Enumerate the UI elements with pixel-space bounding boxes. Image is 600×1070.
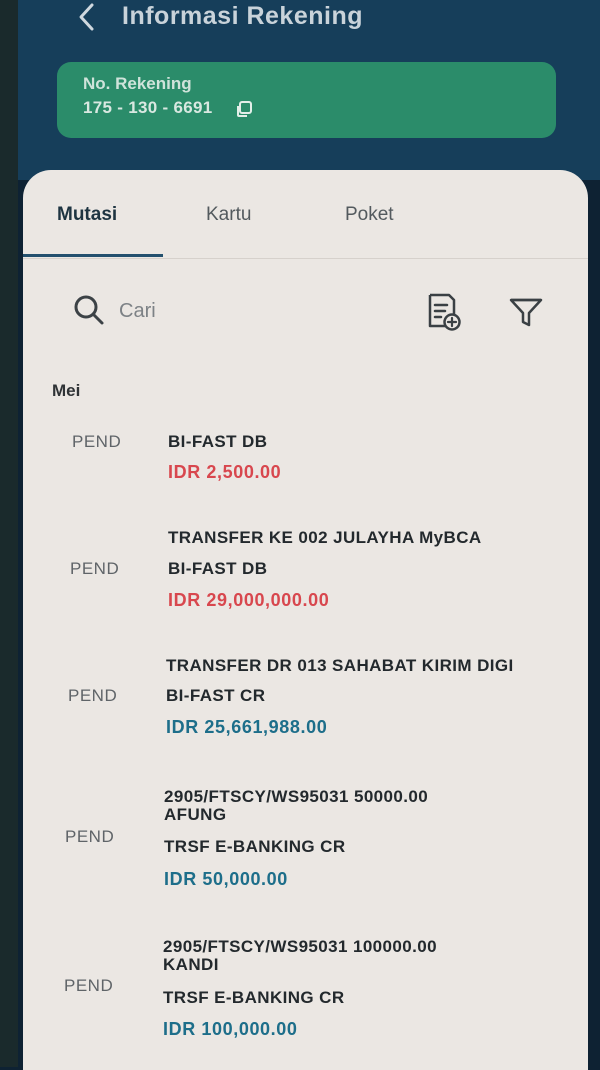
- transaction-item[interactable]: PEND TRANSFER DR 013 SAHABAT KIRIM DIGI …: [23, 650, 588, 742]
- copy-icon[interactable]: [235, 100, 253, 118]
- active-tab-indicator: [23, 254, 163, 257]
- transaction-status: PEND: [68, 686, 118, 705]
- tab-kartu[interactable]: Kartu: [206, 204, 251, 226]
- search-input[interactable]: [119, 298, 299, 324]
- transaction-item[interactable]: PEND 2905/FTSCY/WS95031 50000.00 AFUNG T…: [23, 786, 588, 896]
- transaction-item[interactable]: PEND BI-FAST DB IDR 2,500.00: [23, 426, 588, 496]
- month-header: Mei: [52, 381, 81, 400]
- transaction-desc: AFUNG: [164, 805, 227, 824]
- phone-bezel: [0, 0, 18, 1067]
- transaction-desc: TRANSFER DR 013 SAHABAT KIRIM DIGI: [166, 656, 514, 675]
- transaction-status: PEND: [70, 559, 120, 578]
- tab-mutasi[interactable]: Mutasi: [57, 204, 117, 226]
- transaction-desc: TRSF E-BANKING CR: [164, 837, 346, 856]
- tab-poket[interactable]: Poket: [345, 204, 394, 226]
- document-add-icon[interactable]: [425, 292, 463, 332]
- page-title: Informasi Rekening: [122, 2, 363, 30]
- transaction-item[interactable]: PEND TRANSFER KE 002 JULAYHA MyBCA BI-FA…: [23, 522, 588, 614]
- transaction-desc: TRSF E-BANKING CR: [163, 988, 345, 1007]
- transaction-amount: IDR 50,000.00: [164, 869, 288, 889]
- app-header: Informasi Rekening No. Rekening 175 - 13…: [18, 0, 600, 180]
- transaction-desc: 2905/FTSCY/WS95031 50000.00: [164, 787, 429, 806]
- account-card: No. Rekening 175 - 130 - 6691: [57, 62, 556, 138]
- transaction-amount: IDR 2,500.00: [168, 462, 282, 482]
- transaction-desc: BI-FAST DB: [168, 559, 268, 578]
- transaction-status: PEND: [72, 432, 122, 451]
- filter-icon[interactable]: [508, 296, 544, 330]
- tab-divider: [23, 258, 588, 259]
- transaction-status: PEND: [65, 827, 115, 846]
- account-number-label: No. Rekening: [83, 74, 192, 93]
- transaction-desc: KANDI: [163, 955, 219, 974]
- transaction-desc: BI-FAST CR: [166, 686, 266, 705]
- transaction-amount: IDR 29,000,000.00: [168, 590, 330, 610]
- content-panel: Mutasi Kartu Poket Mei PEND BI-FAST DB I…: [23, 170, 588, 1070]
- transaction-amount: IDR 25,661,988.00: [166, 717, 328, 737]
- transaction-amount: IDR 100,000.00: [163, 1019, 298, 1039]
- transaction-desc: 2905/FTSCY/WS95031 100000.00: [163, 937, 437, 956]
- transaction-status: PEND: [64, 976, 114, 995]
- search-icon[interactable]: [72, 293, 106, 327]
- transaction-desc: BI-FAST DB: [168, 432, 268, 451]
- transaction-item[interactable]: PEND 2905/FTSCY/WS95031 100000.00 KANDI …: [23, 936, 588, 1046]
- account-number: 175 - 130 - 6691: [83, 98, 213, 117]
- chevron-left-icon[interactable]: [68, 0, 108, 34]
- transaction-desc: TRANSFER KE 002 JULAYHA MyBCA: [168, 528, 482, 547]
